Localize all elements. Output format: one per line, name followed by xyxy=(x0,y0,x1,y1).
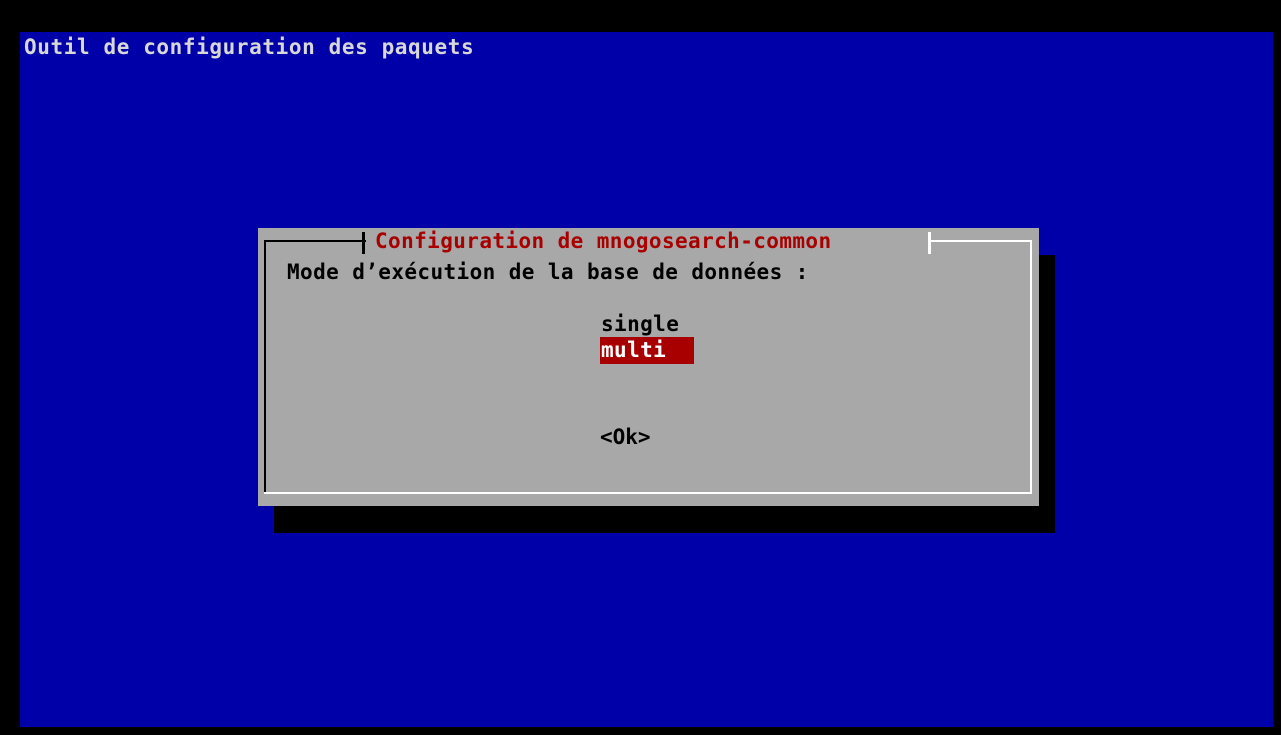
frame-top-right xyxy=(928,240,1030,242)
frame-left xyxy=(264,240,266,494)
backtitle: Outil de configuration des paquets xyxy=(24,35,475,59)
frame-right xyxy=(1030,240,1032,494)
screen: Outil de configuration des paquets Confi… xyxy=(0,0,1281,735)
title-tick-right xyxy=(928,232,931,254)
frame-bottom xyxy=(264,492,1032,494)
option-menu: single multi xyxy=(600,311,696,364)
ok-button[interactable]: <Ok> xyxy=(600,424,651,450)
option-multi[interactable]: multi xyxy=(600,337,694,364)
frame-top-left xyxy=(264,240,366,242)
console-area: Outil de configuration des paquets Confi… xyxy=(20,32,1273,727)
config-dialog: Configuration de mnogosearch-common Mode… xyxy=(258,228,1039,506)
dialog-title: Configuration de mnogosearch-common xyxy=(369,228,838,254)
option-single[interactable]: single xyxy=(600,311,696,337)
title-tick-left xyxy=(362,232,365,254)
dialog-prompt: Mode d’exécution de la base de données : xyxy=(287,260,809,284)
